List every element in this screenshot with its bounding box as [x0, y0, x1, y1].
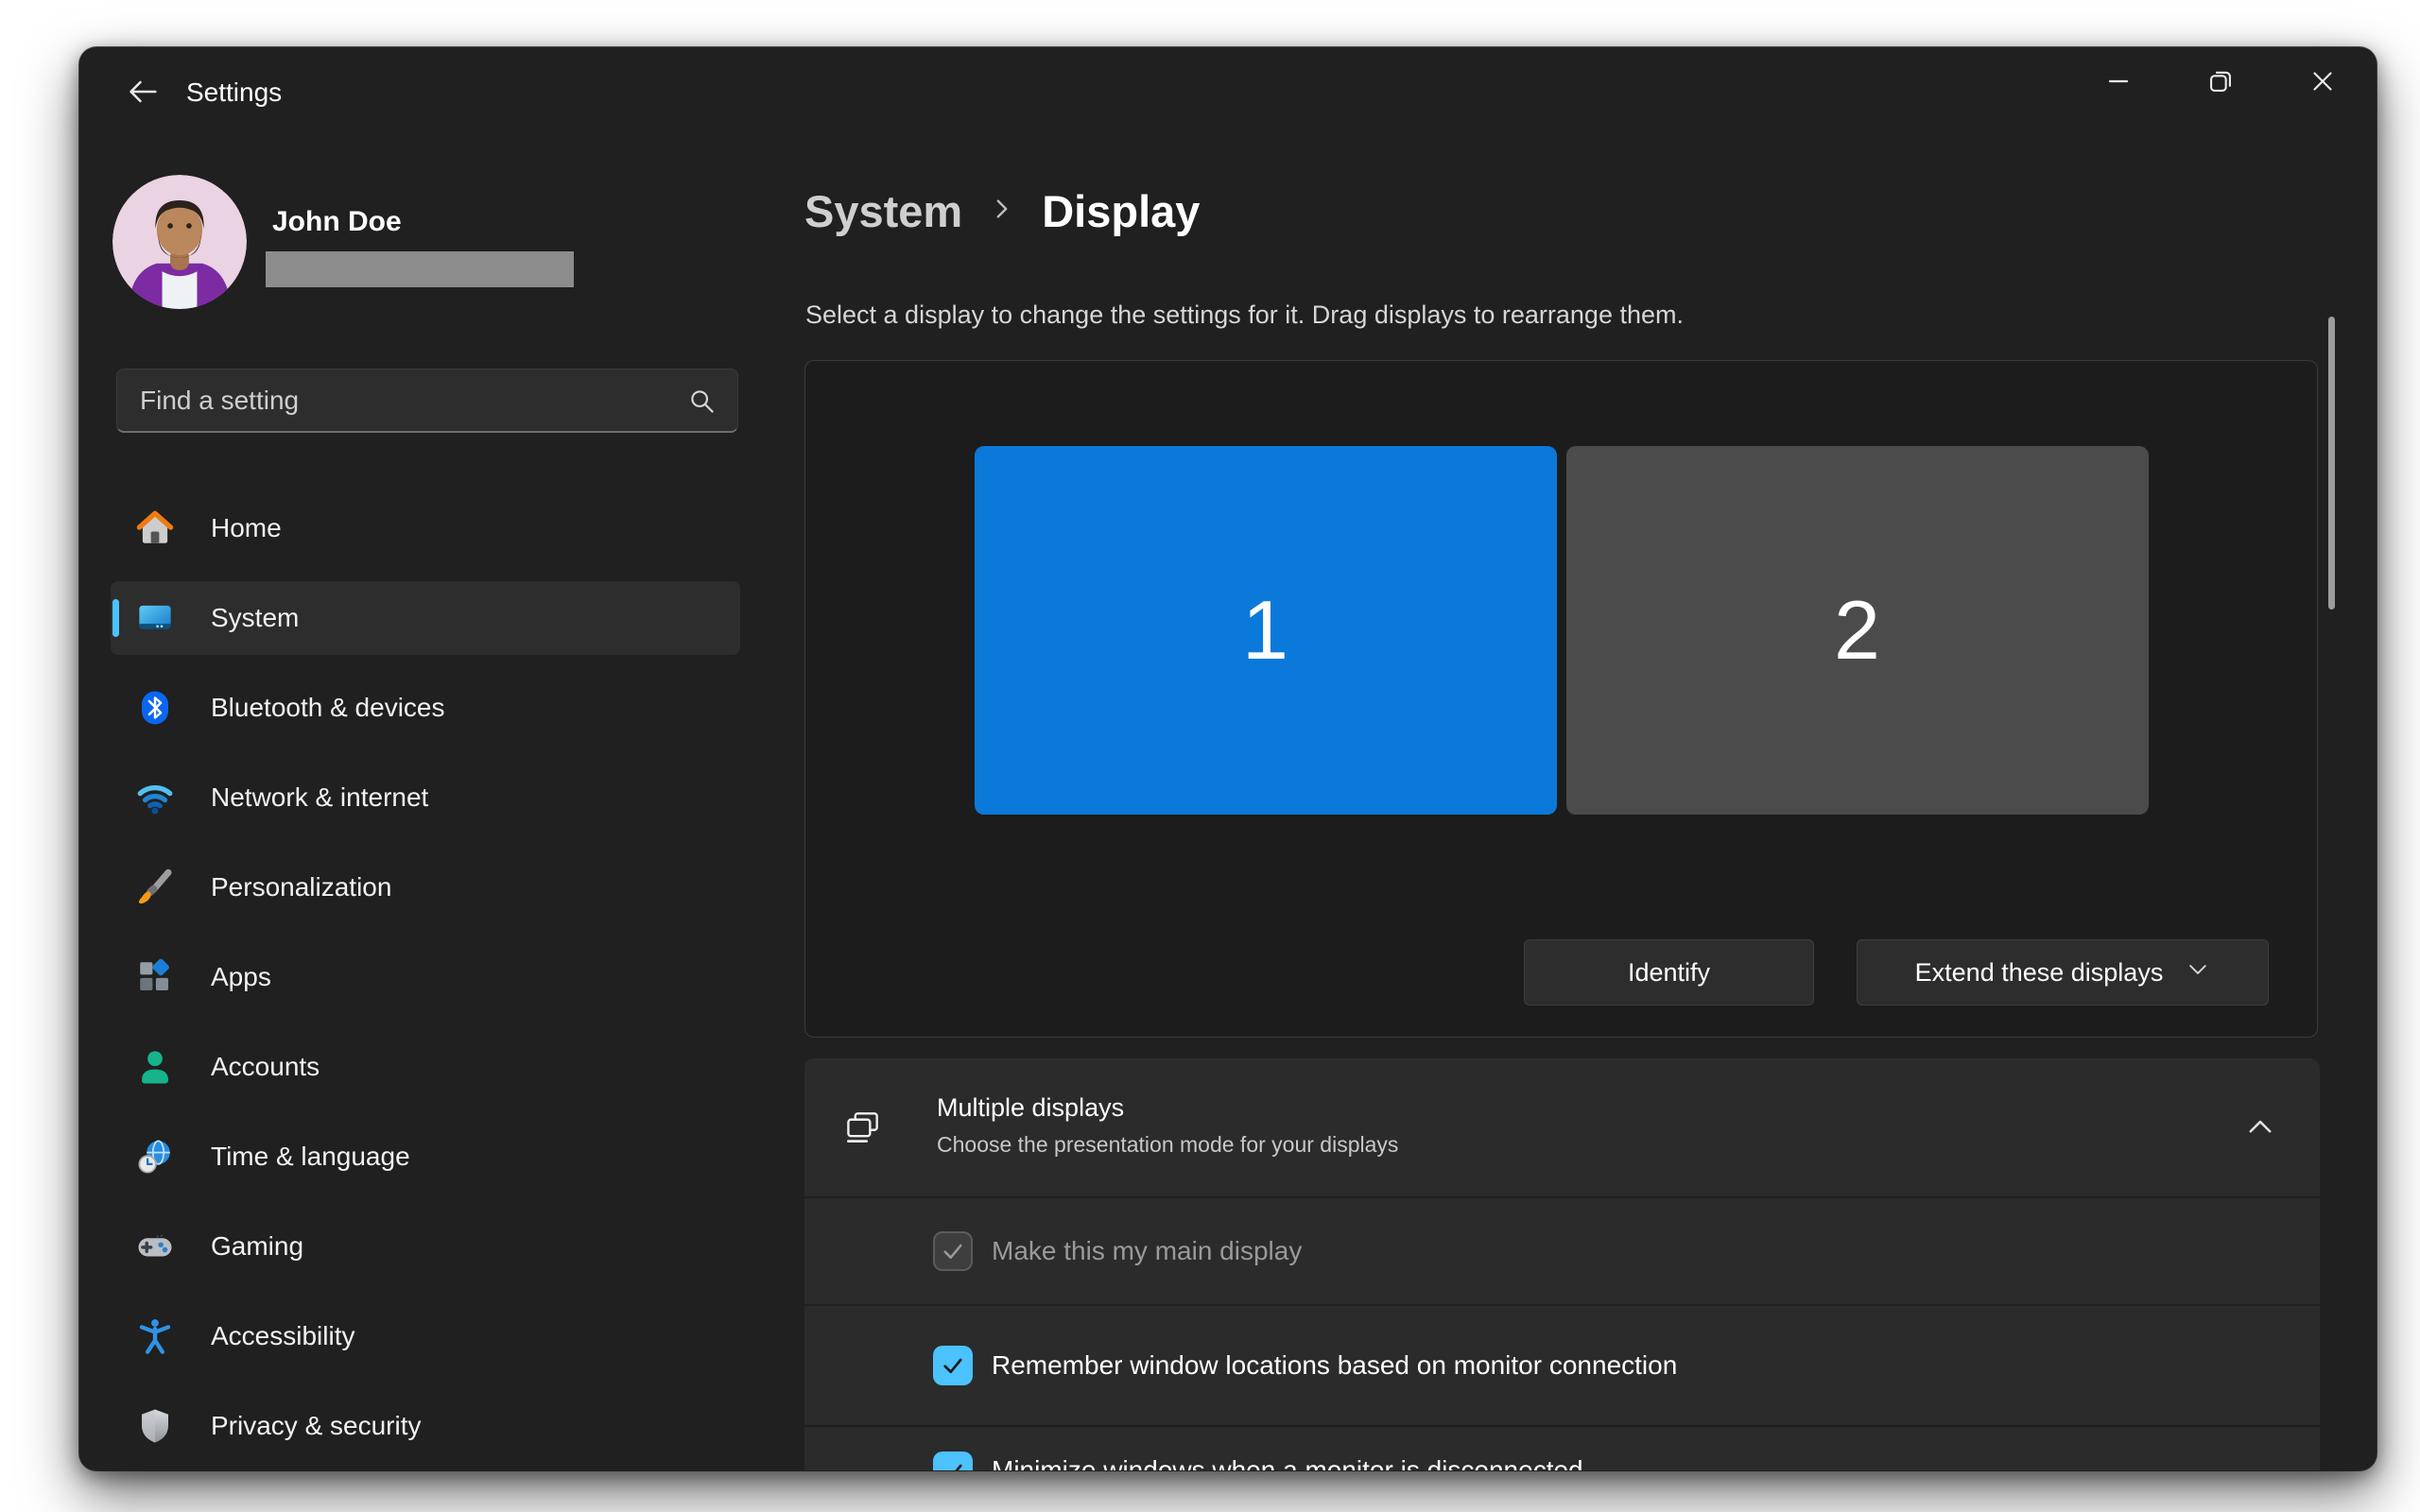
selected-indicator: [112, 599, 119, 637]
titlebar: Settings: [79, 47, 2377, 138]
sidebar-item-label: Bluetooth & devices: [211, 693, 445, 722]
sidebar-item-label: Accessibility: [211, 1321, 355, 1350]
breadcrumb: System Display: [804, 185, 1200, 237]
sidebar-item-label: Personalization: [211, 872, 392, 902]
chevron-down-icon: [2186, 957, 2210, 988]
system-icon: [135, 598, 175, 638]
minimize-windows-checkbox[interactable]: [933, 1452, 973, 1470]
gamepad-icon: [135, 1227, 175, 1266]
sidebar-item-label: Home: [211, 513, 282, 542]
close-icon: [2307, 65, 2339, 102]
sidebar-item-system[interactable]: System: [111, 581, 740, 655]
sidebar-item-privacy-security[interactable]: Privacy & security: [111, 1389, 740, 1463]
monitor-arrangement: 1 2: [974, 446, 2149, 815]
back-arrow-icon: [124, 73, 162, 115]
main-display-checkbox: [933, 1231, 973, 1271]
close-button[interactable]: [2293, 59, 2352, 108]
minimize-windows-label: Minimize windows when a monitor is disco…: [992, 1455, 1583, 1470]
multiple-displays-card: Multiple displays Choose the presentatio…: [804, 1058, 2320, 1470]
sidebar-item-bluetooth-devices[interactable]: Bluetooth & devices: [111, 671, 740, 745]
shield-icon: [135, 1406, 175, 1446]
search-box: [116, 369, 738, 433]
home-icon: [135, 508, 175, 548]
globe-clock-icon: [135, 1137, 175, 1177]
sidebar-item-gaming[interactable]: Gaming: [111, 1210, 740, 1283]
breadcrumb-system[interactable]: System: [804, 185, 962, 237]
paintbrush-icon: [135, 868, 175, 907]
minimize-icon: [2101, 64, 2135, 103]
setting-row-main-display: Make this my main display: [804, 1198, 2320, 1304]
page-title: Display: [1042, 186, 1201, 236]
settings-window: Settings John Doe Find a setting Home Sy…: [79, 47, 2377, 1470]
multiple-displays-expander[interactable]: Multiple displays Choose the presentatio…: [804, 1058, 2320, 1196]
display-arrangement-card: 1 2 Identify Extend these displays: [804, 360, 2318, 1038]
wifi-icon: [135, 778, 175, 817]
sidebar-item-network-internet[interactable]: Network & internet: [111, 761, 740, 834]
user-email-redacted: [266, 251, 574, 287]
page-description: Select a display to change the settings …: [805, 301, 1684, 329]
sidebar-item-time-language[interactable]: Time & language: [111, 1120, 740, 1194]
user-avatar: [112, 175, 247, 309]
breadcrumb-chevron-icon: [989, 196, 1015, 227]
identify-button[interactable]: Identify: [1524, 939, 1814, 1005]
accessibility-icon: [135, 1316, 175, 1356]
chevron-up-icon[interactable]: [2244, 1111, 2276, 1148]
sidebar-item-personalization[interactable]: Personalization: [111, 850, 740, 924]
sidebar-nav: Home System Bluetooth & devices Network …: [111, 491, 740, 1463]
minimize-button[interactable]: [2089, 59, 2148, 108]
display-mode-dropdown[interactable]: Extend these displays: [1857, 939, 2269, 1005]
window-controls: [2089, 59, 2352, 108]
remember-locations-checkbox[interactable]: [933, 1346, 973, 1385]
back-button[interactable]: [121, 72, 164, 115]
app-title: Settings: [186, 77, 283, 107]
user-profile[interactable]: John Doe: [112, 175, 755, 312]
maximize-button[interactable]: [2191, 59, 2250, 108]
sidebar-item-accessibility[interactable]: Accessibility: [111, 1299, 740, 1373]
setting-row-minimize-windows: Minimize windows when a monitor is disco…: [804, 1427, 2320, 1470]
identify-button-label: Identify: [1627, 957, 1711, 987]
sidebar-item-accounts[interactable]: Accounts: [111, 1030, 740, 1104]
main-display-label: Make this my main display: [992, 1236, 1303, 1265]
apps-icon: [135, 957, 175, 997]
multi-monitor-icon: [842, 1107, 884, 1148]
remember-locations-label: Remember window locations based on monit…: [992, 1350, 1678, 1380]
sidebar-item-home[interactable]: Home: [111, 491, 740, 565]
monitor-2[interactable]: 2: [1565, 446, 2149, 815]
multiple-displays-title: Multiple displays: [937, 1093, 1125, 1122]
user-name: John Doe: [272, 206, 402, 237]
person-icon: [135, 1047, 175, 1087]
monitor-1-number: 1: [1242, 583, 1288, 677]
scrollbar-thumb[interactable]: [2328, 317, 2335, 610]
restore-icon: [2204, 65, 2237, 102]
multiple-displays-subtitle: Choose the presentation mode for your di…: [937, 1132, 1399, 1157]
bluetooth-icon: [135, 688, 175, 728]
sidebar-item-apps[interactable]: Apps: [111, 940, 740, 1014]
search-icon: [686, 386, 718, 422]
sidebar-item-label: Accounts: [211, 1052, 320, 1081]
sidebar-item-label: Time & language: [211, 1142, 410, 1171]
sidebar-item-label: Privacy & security: [211, 1411, 422, 1440]
sidebar-item-label: Network & internet: [211, 782, 429, 812]
search-input[interactable]: [117, 369, 737, 431]
sidebar-item-label: Apps: [211, 962, 271, 991]
monitor-2-number: 2: [1834, 583, 1880, 677]
setting-row-remember-locations: Remember window locations based on monit…: [804, 1306, 2320, 1425]
sidebar-item-label: System: [211, 603, 300, 632]
monitor-1[interactable]: 1: [974, 446, 1557, 815]
sidebar-item-label: Gaming: [211, 1231, 304, 1261]
display-mode-label: Extend these displays: [1914, 957, 2164, 987]
